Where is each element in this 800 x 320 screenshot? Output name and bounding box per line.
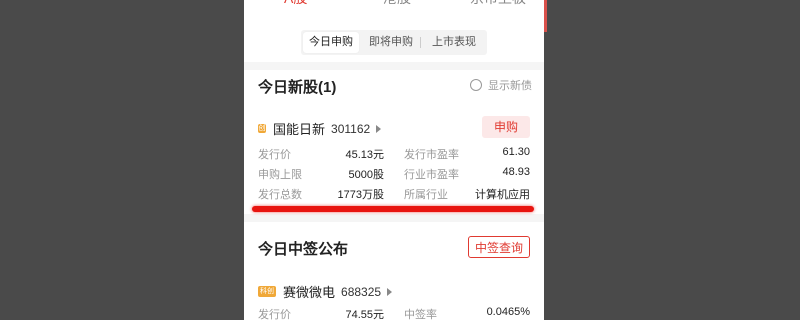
value: 74.55元 bbox=[345, 309, 384, 320]
star-market-badge: 科创 bbox=[258, 286, 276, 297]
arrow-right-icon bbox=[376, 124, 382, 133]
new-stock-header[interactable]: 创 国能日新 301162 bbox=[258, 119, 382, 138]
radio-icon[interactable] bbox=[470, 79, 482, 91]
label: 行业市盈率 bbox=[404, 169, 459, 181]
winning-stock-header[interactable]: 科创 赛微微电 688325 bbox=[258, 282, 393, 301]
section-gap bbox=[244, 214, 544, 222]
show-new-bonds-toggle[interactable]: 显示新债 bbox=[470, 77, 532, 93]
label: 发行市盈率 bbox=[404, 149, 459, 161]
stock-info-row: 发行价 74.55元 中签率 0.0465% bbox=[258, 306, 530, 320]
stock-info-row: 发行总数 1773万股 所属行业 计算机应用 bbox=[258, 186, 530, 204]
value: 48.93 bbox=[502, 166, 530, 178]
tab-beijing-share[interactable]: 京市上板 bbox=[470, 0, 526, 8]
tab-hk-share[interactable]: 港股 bbox=[383, 0, 411, 8]
winning-title: 今日中签公布 bbox=[258, 241, 349, 258]
stock-name: 国能日新 bbox=[273, 122, 326, 137]
show-new-bonds-label: 显示新债 bbox=[488, 80, 532, 92]
value: 5000股 bbox=[348, 169, 384, 181]
value: 1773万股 bbox=[337, 189, 384, 201]
arrow-right-icon bbox=[387, 287, 393, 296]
scrollbar[interactable] bbox=[544, 0, 547, 32]
seg-upcoming-apply[interactable]: 即将申购 bbox=[363, 32, 419, 53]
ipo-segmented-control: 今日申购 即将申购 上市表现 bbox=[301, 30, 487, 55]
apply-button[interactable]: 申购 bbox=[482, 116, 530, 138]
value: 61.30 bbox=[502, 146, 530, 158]
highlight-underline bbox=[252, 206, 534, 212]
stock-code: 301162 bbox=[331, 121, 371, 136]
stock-info-row: 申购上限 5000股 行业市盈率 48.93 bbox=[258, 166, 530, 184]
value: 计算机应用 bbox=[475, 189, 530, 201]
growth-board-badge: 创 bbox=[258, 124, 266, 133]
phone-screen: A股 港股 京市上板 今日申购 即将申购 上市表现 今日新股(1) 显示新债 创… bbox=[244, 0, 544, 320]
label: 发行总数 bbox=[258, 189, 302, 201]
stock-code: 688325 bbox=[341, 284, 382, 299]
label: 申购上限 bbox=[258, 169, 302, 181]
label: 发行价 bbox=[258, 149, 291, 161]
label: 中签率 bbox=[404, 309, 437, 320]
stock-name: 赛微微电 bbox=[283, 285, 336, 300]
value: 45.13元 bbox=[345, 149, 384, 161]
label: 发行价 bbox=[258, 309, 291, 320]
winning-query-button[interactable]: 中签查询 bbox=[468, 236, 530, 258]
new-stocks-title: 今日新股(1) bbox=[258, 79, 337, 96]
market-tabs: A股 港股 京市上板 bbox=[244, 0, 544, 8]
tab-a-share[interactable]: A股 bbox=[284, 0, 307, 8]
screenshot-stage: A股 港股 京市上板 今日申购 即将申购 上市表现 今日新股(1) 显示新债 创… bbox=[0, 0, 800, 320]
section-gap bbox=[244, 62, 544, 70]
seg-divider bbox=[420, 37, 421, 48]
seg-listing-performance[interactable]: 上市表现 bbox=[423, 32, 485, 53]
seg-today-apply[interactable]: 今日申购 bbox=[303, 32, 359, 53]
value: 0.0465% bbox=[486, 306, 530, 318]
label: 所属行业 bbox=[404, 189, 448, 201]
stock-info-row: 发行价 45.13元 发行市盈率 61.30 bbox=[258, 146, 530, 164]
